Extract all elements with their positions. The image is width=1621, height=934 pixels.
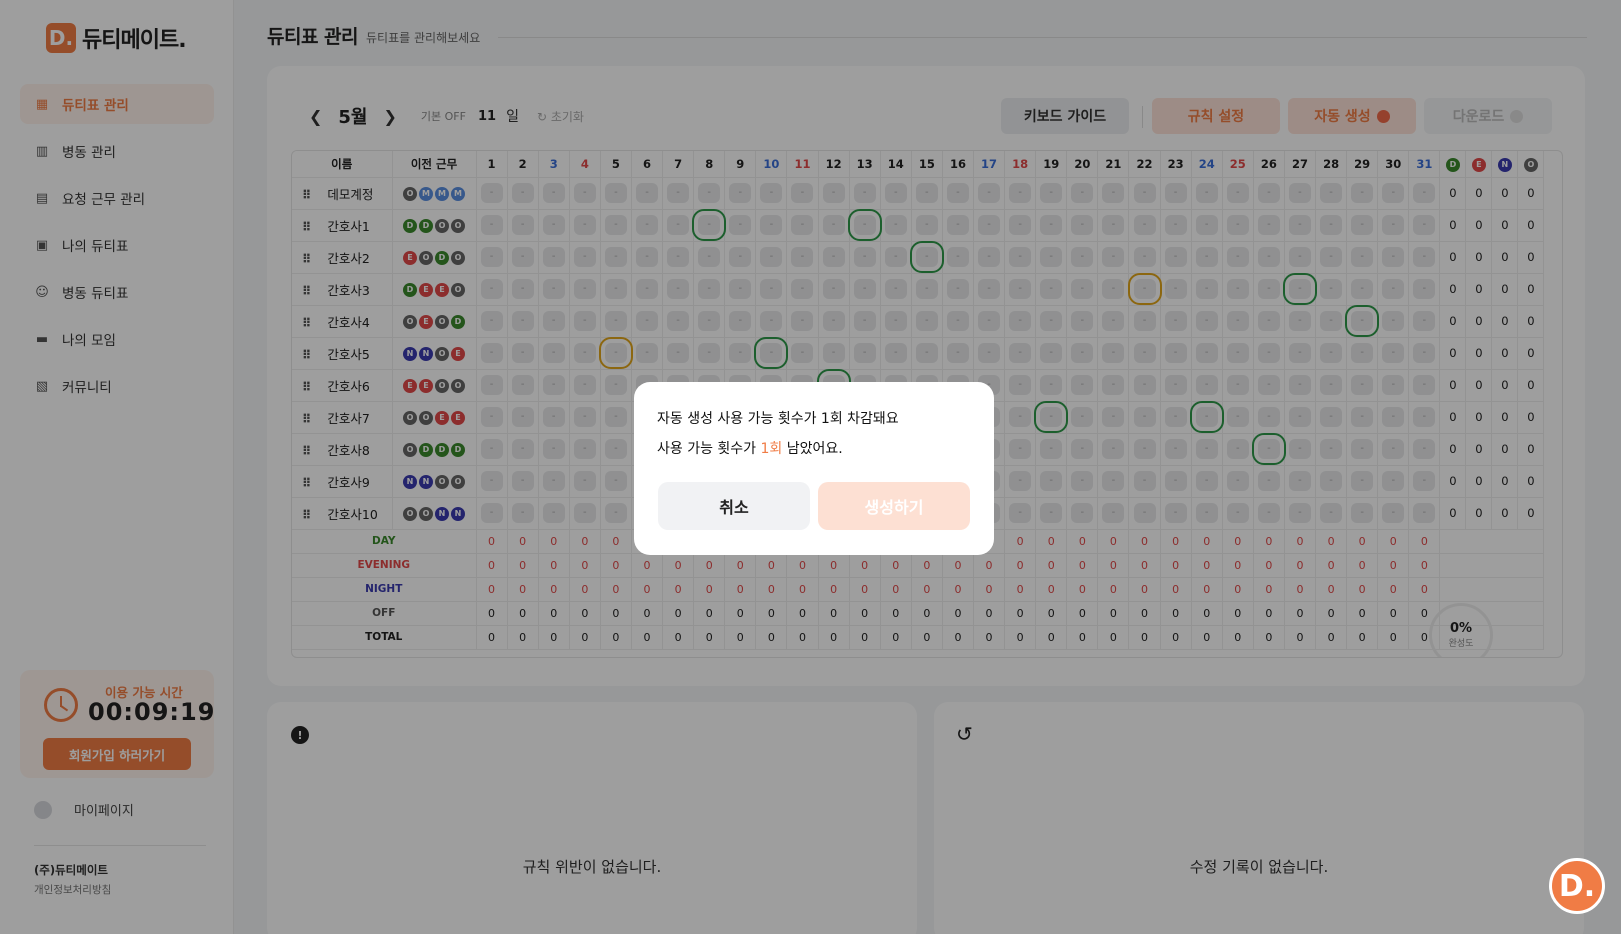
- modal-description: 사용 가능 횟수가 1회 남았어요.: [657, 438, 843, 458]
- app-root: D. 듀티메이트. ▦ 듀티표 관리 ▥ 병동 관리 ▤ 요청 근무 관리 ▣ 나의 듀티표 ☺…: [0, 0, 1621, 934]
- modal-desc-prefix: 사용 가능 횟수가: [657, 441, 761, 457]
- help-fab-button[interactable]: D.: [1549, 858, 1605, 914]
- modal-desc-highlight: 1회: [760, 441, 783, 457]
- modal-title: 자동 생성 사용 가능 횟수가 1회 차감돼요: [657, 411, 899, 427]
- cancel-button[interactable]: 취소: [658, 482, 810, 530]
- modal-desc-suffix: 남았어요.: [782, 441, 843, 457]
- confirm-modal: 자동 생성 사용 가능 횟수가 1회 차감돼요 사용 가능 횟수가 1회 남았어…: [634, 382, 994, 555]
- generate-button[interactable]: 생성하기: [818, 482, 970, 530]
